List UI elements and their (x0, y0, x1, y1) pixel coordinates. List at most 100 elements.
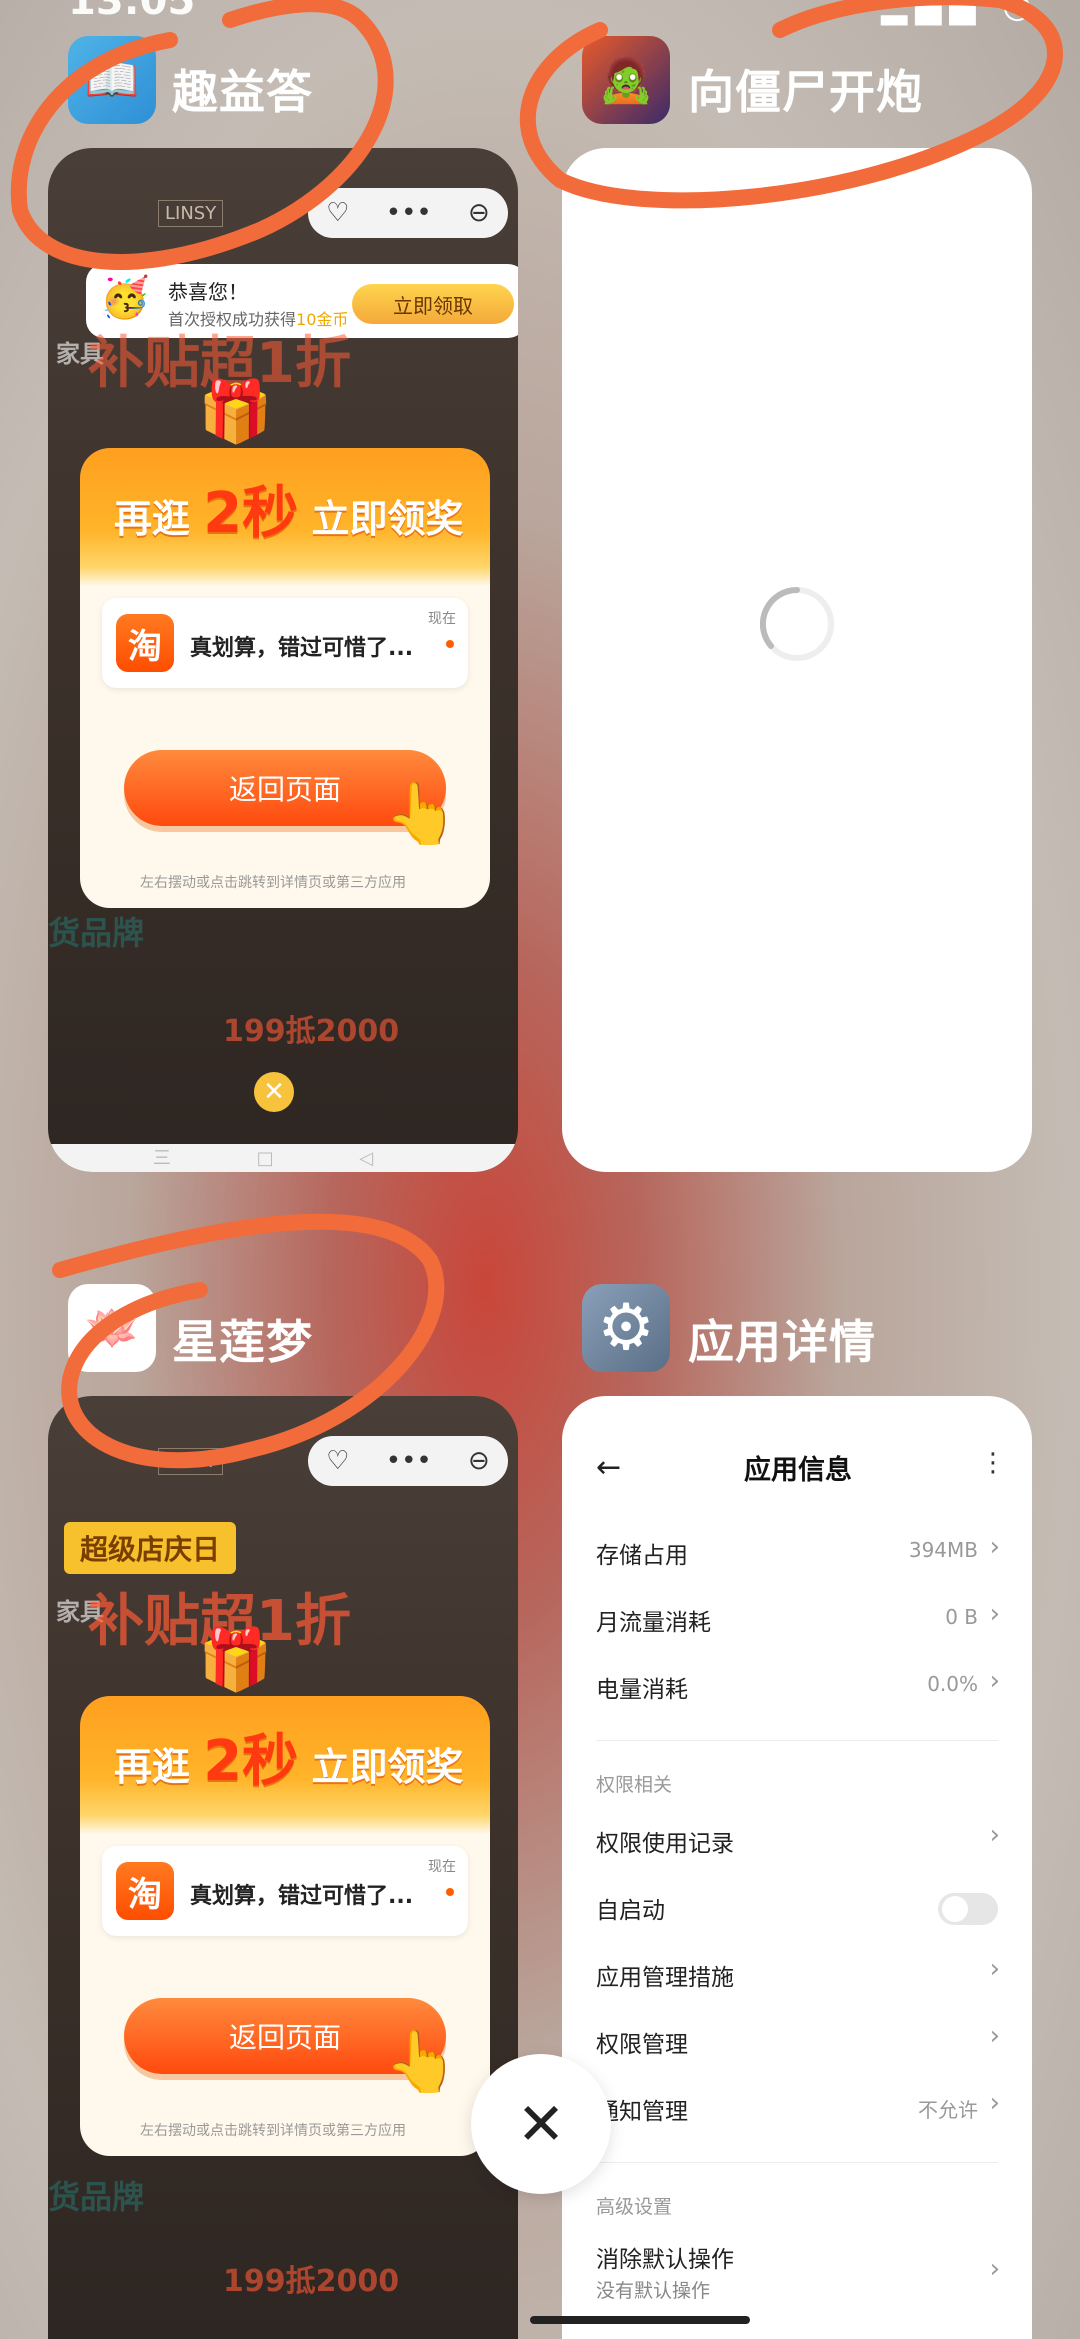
autostart-toggle[interactable] (938, 1893, 998, 1925)
app-name-quyida[interactable]: 趣益答 (172, 56, 313, 122)
row-label: 权限使用记录 (596, 1831, 734, 1857)
row-label: 存储占用 (596, 1543, 688, 1569)
chevron-right-icon: › (989, 1666, 1000, 1696)
app-name-settings[interactable]: 应用详情 (688, 1306, 876, 1372)
settings-title: 应用信息 (744, 1455, 852, 1486)
chevron-right-icon: › (989, 1820, 1000, 1850)
gift-icon: 🎁 (198, 1625, 273, 1695)
row-autostart: 自启动 (562, 1881, 1032, 1933)
bg-promo: 199抵2000 (223, 1014, 400, 1049)
app-card-xinglianmeng[interactable]: LINSY ♡ ••• ⊖ 超级店庆日 家具 补贴超1折 🎁 再逛 2秒 立即领… (48, 1396, 518, 2339)
status-time: 13:05 (68, 0, 196, 24)
bg-brand: 货品牌 (48, 914, 145, 952)
lotus-icon: 🪷 (84, 1303, 140, 1354)
row-label: 电量消耗 (596, 1677, 688, 1703)
pointing-hand-icon: 👆 (384, 779, 459, 849)
chevron-right-icon: › (989, 1532, 1000, 1562)
popup-hint: 左右摆动或点击跳转到详情页或第三方应用 (140, 2123, 406, 2139)
more-icon[interactable]: ••• (386, 198, 432, 228)
popup-head-right: 立即领奖 (311, 497, 464, 541)
row-permission-log[interactable]: 权限使用记录 › (562, 1814, 1032, 1866)
back-arrow-icon[interactable]: ← (596, 1450, 621, 1485)
miniapp-capsule[interactable]: ♡ ••• ⊖ (308, 188, 508, 238)
taobao-icon: 淘 (116, 1862, 174, 1920)
row-label: 权限管理 (596, 2032, 688, 2058)
chevron-right-icon: › (989, 2021, 1000, 2051)
notice-time: 现在 (428, 611, 456, 627)
app-icon-settings[interactable]: ⚙ (582, 1284, 670, 1372)
row-storage[interactable]: 存储占用 394MB › (562, 1526, 1032, 1578)
row-value: 0.0% (927, 1672, 978, 1696)
row-battery[interactable]: 电量消耗 0.0% › (562, 1660, 1032, 1712)
minimize-icon[interactable]: ⊖ (468, 198, 490, 228)
section-advanced: 高级设置 (596, 2196, 673, 2218)
app-card-settings[interactable]: ← 应用信息 ⋮ 存储占用 394MB › 月流量消耗 0 B › 电量消耗 0… (562, 1396, 1032, 2339)
gear-icon: ⚙ (597, 1291, 655, 1365)
notice-time: 现在 (428, 1859, 456, 1875)
reward-popup: 再逛 2秒 立即领奖 淘 真划算，错过可惜了... 现在 返回页面 👆 左右摆动… (80, 1696, 490, 2156)
more-icon[interactable]: ••• (386, 1446, 432, 1476)
popup-countdown: 2秒 (203, 481, 299, 546)
zombie-icon: 🧟 (598, 55, 654, 106)
row-clear-defaults[interactable]: 消除默认操作 没有默认操作 › (562, 2236, 1032, 2316)
row-notification[interactable]: 通知管理 不允许 › (562, 2082, 1032, 2134)
taobao-icon: 淘 (116, 614, 174, 672)
notice-dot (446, 1888, 454, 1896)
more-vertical-icon[interactable]: ⋮ (980, 1448, 1006, 1478)
claim-button[interactable]: 立即领取 (352, 284, 514, 324)
divider (596, 1740, 998, 1741)
row-app-management[interactable]: 应用管理措施 › (562, 1948, 1032, 2000)
row-label: 月流量消耗 (596, 1610, 711, 1636)
heart-icon[interactable]: ♡ (326, 198, 349, 228)
toast-title: 恭喜您！ (168, 280, 248, 304)
home-indicator[interactable] (530, 2316, 750, 2324)
heart-icon[interactable]: ♡ (326, 1446, 349, 1476)
nav-bar: 三 □ ◁ (48, 1144, 518, 1172)
row-label: 应用管理措施 (596, 1965, 734, 1991)
popup-head-right: 立即领奖 (311, 1745, 464, 1789)
brand-logo: LINSY (158, 1448, 224, 1475)
row-value: 394MB (908, 1538, 978, 1562)
popup-hint: 左右摆动或点击跳转到详情页或第三方应用 (140, 875, 406, 891)
status-bar: 13:05 ▂▄▆ ◔ (0, 0, 1080, 26)
app-icon-zombie[interactable]: 🧟 (582, 36, 670, 124)
popup-countdown: 2秒 (203, 1729, 299, 1794)
app-icon-quyida[interactable]: 📖 (68, 36, 156, 124)
section-permissions: 权限相关 (596, 1774, 673, 1796)
app-icon-xinglianmeng[interactable]: 🪷 (68, 1284, 156, 1372)
book-icon: 📖 (84, 55, 140, 106)
row-label: 消除默认操作 (596, 2247, 734, 2273)
bg-promo: 199抵2000 (223, 2264, 400, 2299)
chevron-right-icon: › (989, 2254, 1000, 2284)
reward-popup: 再逛 2秒 立即领奖 淘 真划算，错过可惜了... 现在 返回页面 👆 左右摆动… (80, 448, 490, 908)
pointing-hand-icon: 👆 (384, 2027, 459, 2097)
promo-banner: 超级店庆日 (64, 1522, 237, 1574)
notice-card[interactable]: 淘 真划算，错过可惜了... 现在 (102, 1846, 468, 1936)
row-traffic[interactable]: 月流量消耗 0 B › (562, 1593, 1032, 1645)
brand-logo: LINSY (158, 200, 224, 227)
row-label: 自启动 (596, 1898, 665, 1924)
gift-icon: 🎁 (198, 377, 273, 447)
app-name-zombie[interactable]: 向僵尸开炮 (688, 56, 923, 122)
popup-head-left: 再逛 (114, 497, 191, 541)
status-icons: ▂▄▆ ◔ (881, 0, 1040, 26)
clear-all-button[interactable]: ✕ (471, 2054, 611, 2194)
notice-text: 真划算，错过可惜了... (190, 1884, 414, 1909)
chevron-right-icon: › (989, 1954, 1000, 1984)
close-ad-icon[interactable]: ✕ (254, 1072, 294, 1112)
app-card-zombie[interactable] (562, 148, 1032, 1172)
minimize-icon[interactable]: ⊖ (468, 1446, 490, 1476)
app-name-xinglianmeng[interactable]: 星莲梦 (172, 1306, 313, 1372)
miniapp-capsule[interactable]: ♡ ••• ⊖ (308, 1436, 508, 1486)
loading-spinner-icon (759, 586, 834, 661)
party-emoji-icon: 🥳 (100, 275, 150, 321)
chevron-right-icon: › (989, 1599, 1000, 1629)
app-card-quyida[interactable]: LINSY ♡ ••• ⊖ 🥳 恭喜您！ 首次授权成功获得10金币 立即领取 家… (48, 148, 518, 1172)
row-sublabel: 没有默认操作 (596, 2280, 711, 2302)
notice-card[interactable]: 淘 真划算，错过可惜了... 现在 (102, 598, 468, 688)
divider (596, 2162, 998, 2163)
notice-text: 真划算，错过可惜了... (190, 636, 414, 661)
row-value: 0 B (945, 1605, 978, 1629)
row-value: 不允许 (918, 2098, 978, 2122)
row-permission-manage[interactable]: 权限管理 › (562, 2015, 1032, 2067)
